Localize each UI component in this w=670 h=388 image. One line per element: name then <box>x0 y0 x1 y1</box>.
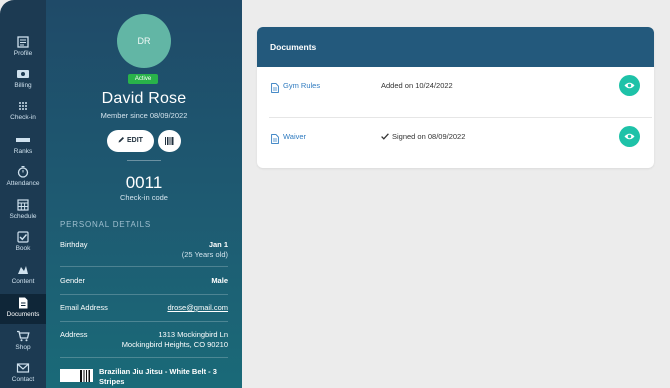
check-in-code: 0011 <box>125 173 163 192</box>
file-icon <box>271 131 279 149</box>
nav-item-documents[interactable]: Documents <box>0 294 46 324</box>
documents-icon <box>16 297 30 309</box>
barcode-button[interactable] <box>158 130 181 152</box>
nav-rail: Profile Billing Check-in Ranks Attendanc… <box>0 0 46 388</box>
birthday-value: Jan 1 <box>208 240 228 249</box>
member-name: David Rose <box>101 90 187 107</box>
address-line-2: Mockingbird Heights, CO 90210 <box>121 340 228 349</box>
member-since: Member since 08/09/2022 <box>100 111 188 120</box>
divider <box>60 321 228 322</box>
view-document-button[interactable] <box>619 126 640 147</box>
nav-item-schedule[interactable]: Schedule <box>0 199 46 231</box>
shop-icon <box>16 330 30 342</box>
document-status: Added on 10/24/2022 <box>381 81 453 90</box>
document-status-text: Signed on 08/09/2022 <box>392 132 466 141</box>
eye-icon <box>624 133 635 140</box>
contact-icon <box>16 362 30 374</box>
nav-label: Book <box>15 245 31 252</box>
status-badge: Active <box>128 74 158 84</box>
document-status: Signed on 08/09/2022 <box>381 132 465 142</box>
check-in-icon <box>16 100 30 112</box>
profile-icon <box>16 36 30 48</box>
pencil-icon <box>118 131 125 143</box>
nav-item-billing[interactable]: Billing <box>0 68 46 100</box>
nav-label: Schedule <box>9 213 37 220</box>
nav-item-contact[interactable]: Contact <box>0 362 46 388</box>
nav-label: Profile <box>13 50 33 57</box>
document-row: Gym Rules Added on 10/24/2022 <box>257 67 654 104</box>
nav-item-attendance[interactable]: Attendance <box>0 166 46 198</box>
gender-label: Gender <box>60 276 86 285</box>
personal-details-heading: PERSONAL DETAILS <box>60 220 152 229</box>
check-in-code-label: Check-in code <box>120 193 168 202</box>
view-document-button[interactable] <box>619 75 640 96</box>
divider <box>60 294 228 295</box>
nav-item-ranks[interactable]: Ranks <box>0 134 46 166</box>
schedule-icon <box>16 199 30 211</box>
edit-button[interactable]: EDIT <box>107 130 154 152</box>
eye-icon <box>624 82 635 89</box>
attendance-icon <box>16 166 30 178</box>
checkmark-icon <box>381 133 389 142</box>
email-label: Email Address <box>60 303 108 312</box>
nav-label: Shop <box>15 344 31 351</box>
divider <box>60 266 228 267</box>
documents-title: Documents <box>257 27 654 67</box>
documents-card: Documents Gym Rules Added on 10/24/2022 … <box>257 27 654 168</box>
belt-icon <box>60 369 93 382</box>
nav-item-check-in[interactable]: Check-in <box>0 100 46 132</box>
nav-item-content[interactable]: Content <box>0 264 46 296</box>
nav-item-shop[interactable]: Shop <box>0 330 46 362</box>
book-icon <box>16 231 30 243</box>
birthday-row: Birthday Jan 1 (25 Years old) <box>60 240 228 262</box>
billing-icon <box>16 68 30 80</box>
edit-label: EDIT <box>127 137 143 144</box>
avatar: DR <box>117 14 171 68</box>
document-link[interactable]: Gym Rules <box>283 81 320 90</box>
document-link[interactable]: Waiver <box>283 132 306 141</box>
gender-row: Gender Male <box>60 276 228 288</box>
content-icon <box>16 264 30 276</box>
divider <box>127 160 161 161</box>
nav-label: Contact <box>11 376 35 383</box>
divider <box>60 357 228 358</box>
nav-label: Billing <box>14 82 32 89</box>
address-row: Address 1313 Mockingbird Ln Mockingbird … <box>60 330 228 352</box>
nav-item-profile[interactable]: Profile <box>0 36 46 68</box>
address-line-1: 1313 Mockingbird Ln <box>158 330 228 339</box>
profile-panel: DR Active David Rose Member since 08/09/… <box>46 0 242 388</box>
email-row: Email Address drose@gmail.com <box>60 303 228 315</box>
document-row: Waiver Signed on 08/09/2022 <box>257 118 654 155</box>
birthday-age: (25 Years old) <box>181 250 228 259</box>
email-link[interactable]: drose@gmail.com <box>167 303 228 312</box>
file-icon <box>271 80 279 98</box>
nav-label: Content <box>11 278 35 285</box>
birthday-label: Birthday <box>60 240 88 249</box>
nav-label: Check-in <box>10 114 36 121</box>
ranks-icon <box>16 134 30 146</box>
nav-label: Documents <box>6 311 40 318</box>
address-label: Address <box>60 330 88 339</box>
nav-label: Ranks <box>13 148 33 155</box>
nav-item-book[interactable]: Book <box>0 231 46 263</box>
nav-label: Attendance <box>6 180 40 187</box>
rank-label: Brazilian Jiu Jitsu - White Belt - 3 Str… <box>99 367 217 386</box>
gender-value: Male <box>211 276 228 285</box>
rank-belt-row: Brazilian Jiu Jitsu - White Belt - 3 Str… <box>60 365 228 387</box>
